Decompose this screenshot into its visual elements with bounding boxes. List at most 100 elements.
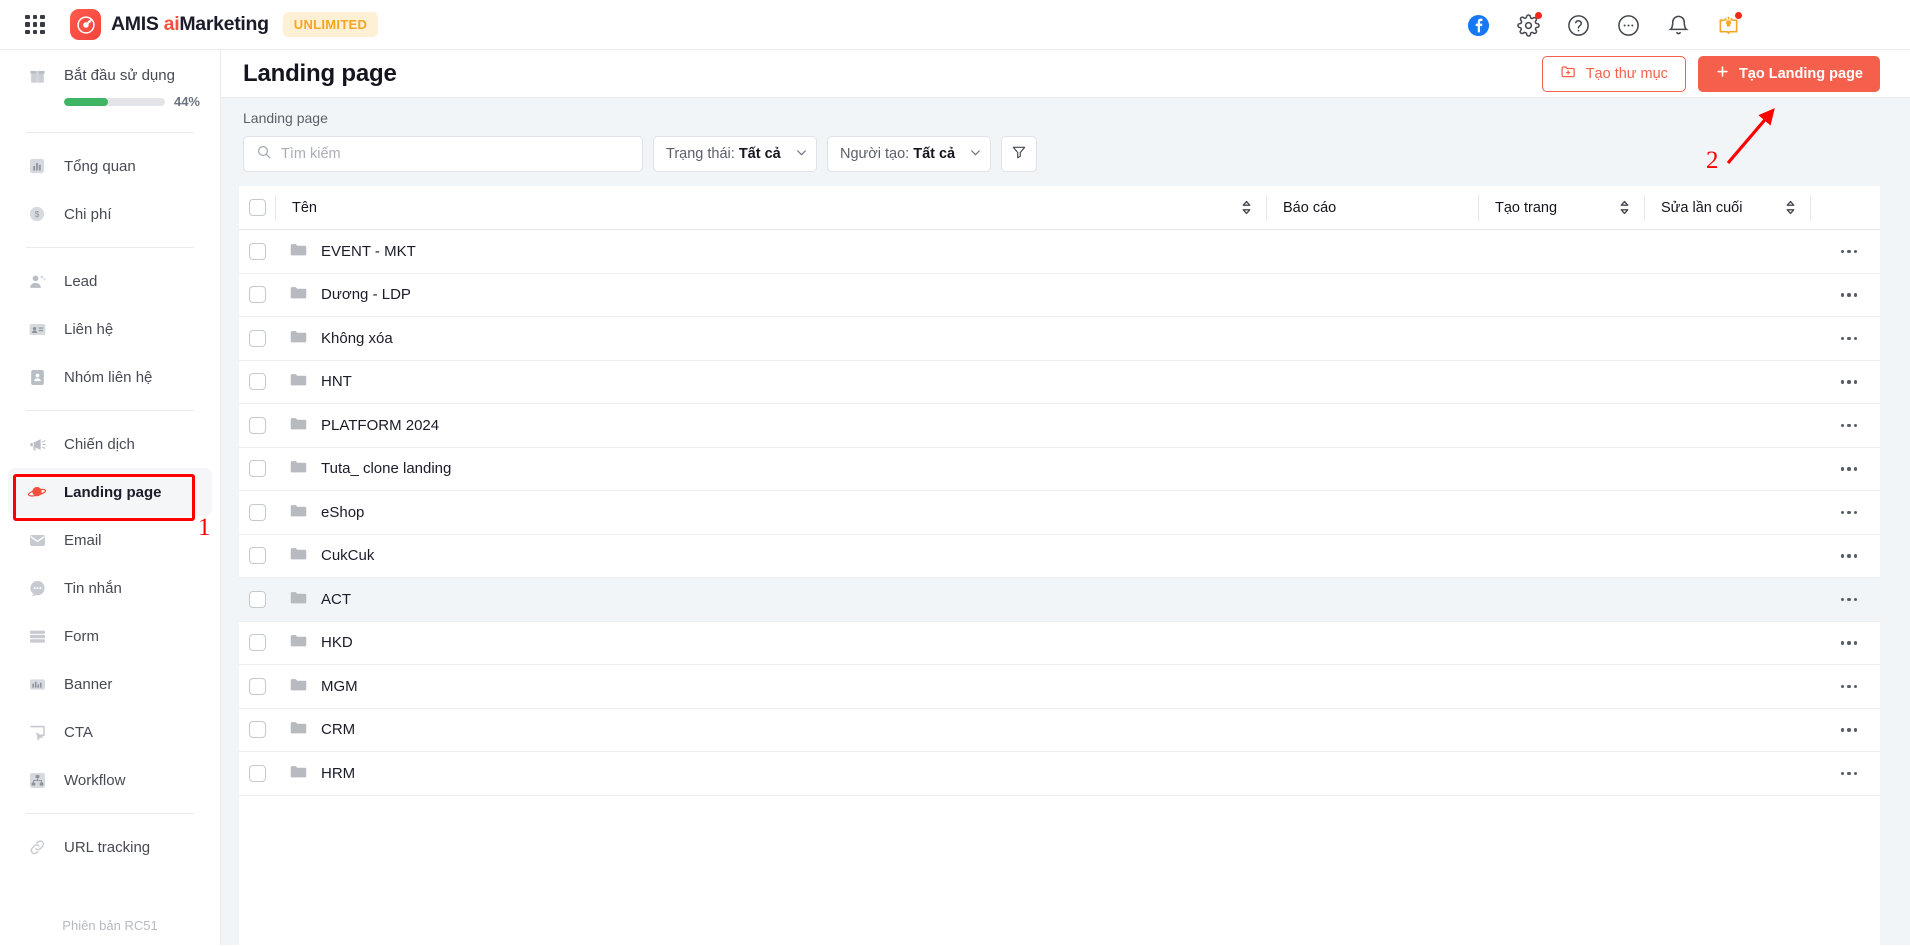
row-more-options-icon[interactable] (1836, 762, 1862, 784)
row-checkbox[interactable] (248, 677, 266, 695)
more-options-icon[interactable] (1616, 13, 1640, 37)
row-checkbox[interactable] (248, 590, 266, 608)
table-row[interactable]: CukCuk (239, 535, 1880, 578)
table-row[interactable]: HKD (239, 622, 1880, 665)
row-checkbox[interactable] (248, 764, 266, 782)
row-name-cell[interactable]: EVENT - MKT (275, 240, 1266, 263)
column-header-name[interactable]: Tên (275, 194, 1266, 221)
row-checkbox[interactable] (248, 329, 266, 347)
row-name-cell[interactable]: PLATFORM 2024 (275, 414, 1266, 437)
table-row[interactable]: PLATFORM 2024 (239, 404, 1880, 448)
breadcrumb[interactable]: Landing page (243, 110, 1880, 126)
row-name-cell[interactable]: eShop (275, 501, 1266, 524)
table-row[interactable]: CRM (239, 709, 1880, 752)
sidebar-item-tin-nhan[interactable]: Tin nhắn (0, 564, 220, 612)
row-name-cell[interactable]: HRM (275, 762, 1266, 785)
search-box[interactable] (243, 136, 643, 172)
row-more-options-icon[interactable] (1836, 719, 1862, 741)
facebook-icon[interactable] (1466, 13, 1490, 37)
brand-logo-area[interactable]: AMIS aiMarketing (70, 9, 269, 40)
sort-icon-create[interactable] (1619, 200, 1630, 215)
sidebar-item-form[interactable]: Form (0, 612, 220, 660)
settings-gear-icon[interactable] (1516, 12, 1542, 37)
row-name-cell[interactable]: CukCuk (275, 544, 1266, 567)
row-checkbox[interactable] (248, 373, 266, 391)
row-name-cell[interactable]: Tuta_ clone landing (275, 457, 1266, 480)
row-checkbox[interactable] (248, 416, 266, 434)
table-row[interactable]: Không xóa (239, 317, 1880, 361)
chat-bubble-icon (26, 577, 48, 599)
main-content: Landing page Tạo thư mục Tạo Landing pag… (221, 50, 1910, 946)
column-header-create[interactable]: Tạo trang (1478, 194, 1644, 221)
table-row[interactable]: MGM (239, 665, 1880, 709)
guide-book-icon[interactable] (1716, 12, 1742, 37)
sidebar-item-cta[interactable]: CTA (0, 708, 220, 756)
select-all-checkbox[interactable] (248, 199, 266, 216)
row-more-options-icon[interactable] (1836, 284, 1862, 306)
row-more-options-icon[interactable] (1836, 632, 1862, 654)
row-name-cell[interactable]: CRM (275, 718, 1266, 741)
sort-icon-name[interactable] (1241, 200, 1252, 215)
row-checkbox[interactable] (248, 634, 266, 652)
sidebar-item-lead[interactable]: Lead (0, 257, 220, 305)
row-checkbox[interactable] (248, 242, 266, 260)
create-folder-button[interactable]: Tạo thư mục (1541, 55, 1686, 92)
sidebar-getting-started[interactable]: Bắt đầu sử dụng 44% (0, 50, 220, 123)
sidebar-item-chien-dich[interactable]: Chiến dịch (0, 420, 220, 468)
table-row[interactable]: HNT (239, 361, 1880, 404)
row-checkbox[interactable] (248, 547, 266, 565)
row-more-options-icon[interactable] (1836, 501, 1862, 523)
row-name-cell[interactable]: HKD (275, 631, 1266, 654)
row-more-options-icon[interactable] (1836, 545, 1862, 567)
search-input[interactable] (281, 146, 630, 162)
row-name-cell[interactable]: MGM (275, 675, 1266, 698)
sidebar-item-lien-he[interactable]: Liên hệ (0, 305, 220, 353)
sidebar-label: Chi phí (64, 205, 112, 223)
row-more-options-icon[interactable] (1836, 371, 1862, 393)
sidebar-divider-3 (26, 410, 194, 411)
sidebar-item-landing-page[interactable]: Landing page (8, 468, 212, 516)
row-name-cell[interactable]: ACT (275, 588, 1266, 611)
help-question-icon[interactable] (1566, 13, 1590, 37)
create-landing-page-button[interactable]: Tạo Landing page (1697, 55, 1880, 92)
row-name-cell[interactable]: Không xóa (275, 327, 1266, 350)
row-more-options-icon[interactable] (1836, 458, 1862, 480)
sidebar-item-chi-phi[interactable]: $ Chi phí (0, 190, 220, 238)
folder-plus-icon (1560, 63, 1577, 84)
sidebar-item-email[interactable]: Email (0, 516, 220, 564)
sidebar-item-workflow[interactable]: Workflow (0, 756, 220, 804)
sidebar-item-banner[interactable]: Banner (0, 660, 220, 708)
column-label-create: Tạo trang (1495, 199, 1558, 216)
sort-icon-edit[interactable] (1785, 200, 1796, 215)
row-name-cell[interactable]: Dương - LDP (275, 283, 1266, 306)
sidebar-item-url-tracking[interactable]: URL tracking (0, 823, 220, 871)
column-header-edit[interactable]: Sửa lần cuối (1644, 194, 1810, 221)
row-more-options-icon[interactable] (1836, 588, 1862, 610)
table-row[interactable]: eShop (239, 491, 1880, 535)
table-row[interactable]: EVENT - MKT (239, 230, 1880, 274)
folder-icon (289, 588, 308, 611)
row-name-cell[interactable]: HNT (275, 370, 1266, 393)
create-landing-label: Tạo Landing page (1738, 65, 1863, 82)
row-more-options-icon[interactable] (1836, 414, 1862, 436)
status-filter-select[interactable]: Trạng thái: Tất cả (653, 136, 817, 172)
notification-bell-icon[interactable] (1666, 13, 1690, 37)
table-row[interactable]: HRM (239, 752, 1880, 796)
row-checkbox[interactable] (248, 721, 266, 739)
row-more-options-icon[interactable] (1836, 675, 1862, 697)
row-more-options-icon[interactable] (1836, 240, 1862, 262)
unlimited-badge: UNLIMITED (282, 12, 379, 37)
creator-filter-select[interactable]: Người tạo: Tất cả (827, 136, 991, 172)
sidebar-item-tong-quan[interactable]: Tổng quan (0, 142, 220, 190)
apps-grid-icon[interactable] (22, 12, 48, 38)
sidebar-item-nhom-lien-he[interactable]: Nhóm liên hệ (0, 353, 220, 401)
row-checkbox[interactable] (248, 503, 266, 521)
row-checkbox[interactable] (248, 460, 266, 478)
table-row[interactable]: Tuta_ clone landing (239, 448, 1880, 491)
advanced-filter-button[interactable] (1001, 136, 1037, 172)
table-row[interactable]: Dương - LDP (239, 274, 1880, 317)
table-row[interactable]: ACT (239, 578, 1880, 622)
row-more-options-icon[interactable] (1836, 327, 1862, 349)
row-checkbox[interactable] (248, 286, 266, 304)
brand-ai: ai (163, 13, 180, 35)
